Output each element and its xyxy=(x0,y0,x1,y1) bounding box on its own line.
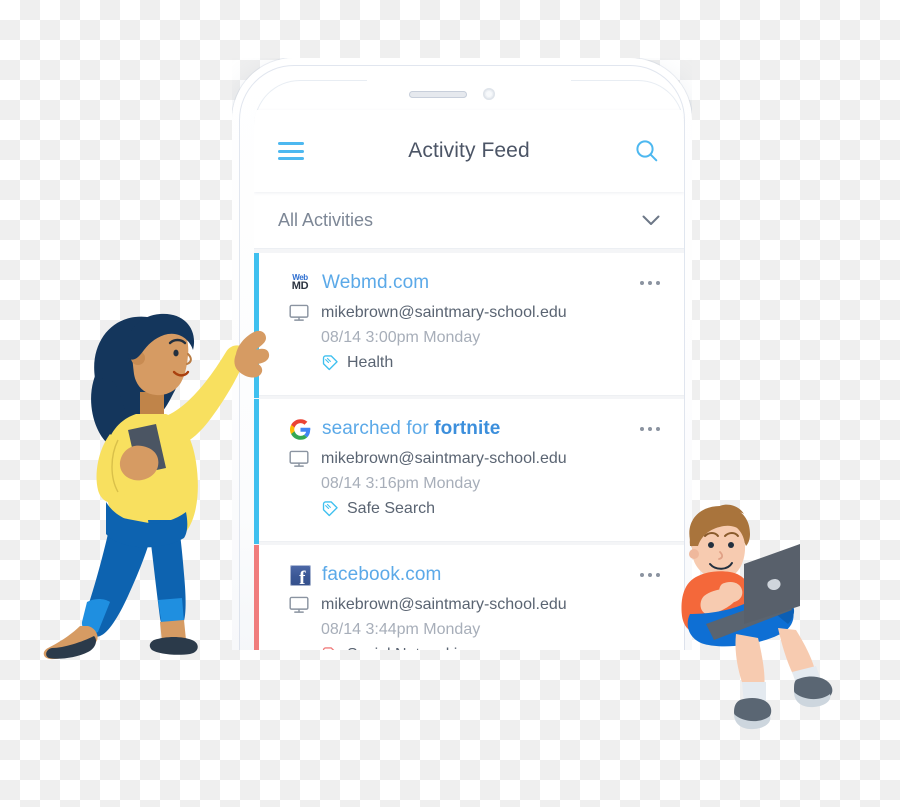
page-title: Activity Feed xyxy=(408,139,530,162)
activity-search-term: fortnite xyxy=(434,418,501,439)
activity-card[interactable]: searched for fortnite mikebrown@saintmar… xyxy=(254,399,684,544)
facebook-logo-icon xyxy=(288,563,312,588)
activity-tag: Social Networking xyxy=(347,646,475,650)
activity-card[interactable]: Web MD Webmd.com mikebrown@saintmary-sch… xyxy=(254,253,684,398)
activity-filter-label: All Activities xyxy=(278,209,374,230)
card-timestamp-row: 08/14 3:16pm Monday xyxy=(288,475,662,493)
activity-feed-list[interactable]: Web MD Webmd.com mikebrown@saintmary-sch… xyxy=(254,249,684,650)
card-account-row: mikebrown@saintmary-school.edu xyxy=(288,304,662,322)
phone-screen: Activity Feed All Activities Web MD Webm… xyxy=(254,80,684,650)
activity-timestamp: 08/14 3:00pm Monday xyxy=(321,329,481,346)
card-timestamp-row: 08/14 3:00pm Monday xyxy=(288,329,662,347)
more-options-icon[interactable] xyxy=(638,567,662,583)
monitor-icon xyxy=(288,304,310,322)
monitor-icon xyxy=(288,450,310,468)
chevron-down-icon[interactable] xyxy=(642,215,660,226)
phone-notch xyxy=(367,80,571,110)
activity-card[interactable]: facebook.com xyxy=(254,545,684,650)
boy-eye-right xyxy=(728,542,734,548)
activity-timestamp: 08/14 3:16pm Monday xyxy=(321,475,481,492)
card-header: searched for fortnite xyxy=(288,417,662,441)
phone-mockup: Activity Feed All Activities Web MD Webm… xyxy=(232,58,692,650)
tag-icon xyxy=(322,501,338,517)
account-email: mikebrown@saintmary-school.edu xyxy=(321,450,567,467)
phone-body: Activity Feed All Activities Web MD Webm… xyxy=(232,58,692,650)
activity-title[interactable]: facebook.com xyxy=(322,564,638,586)
card-header: facebook.com xyxy=(288,563,662,588)
activity-filter-dropdown[interactable]: All Activities xyxy=(254,192,684,249)
monitor-icon xyxy=(288,596,310,614)
app-bar: Activity Feed xyxy=(254,110,684,192)
activity-timestamp: 08/14 3:44pm Monday xyxy=(321,621,481,638)
card-account-row: mikebrown@saintmary-school.edu xyxy=(288,450,662,468)
search-icon[interactable] xyxy=(634,138,660,164)
activity-tag: Safe Search xyxy=(347,500,436,517)
account-email: mikebrown@saintmary-school.edu xyxy=(321,304,567,321)
front-camera-icon xyxy=(483,88,495,100)
activity-title[interactable]: searched for fortnite xyxy=(322,418,638,440)
activity-title[interactable]: Webmd.com xyxy=(322,272,638,294)
hamburger-menu-icon[interactable] xyxy=(278,142,304,160)
tag-icon xyxy=(322,647,335,650)
woman-pointing-hand xyxy=(234,330,270,378)
google-logo-icon xyxy=(288,417,312,441)
boy-with-laptop-illustration xyxy=(681,504,833,730)
phone-bezel: Activity Feed All Activities Web MD Webm… xyxy=(239,65,685,650)
card-header: Web MD Webmd.com xyxy=(288,271,662,295)
woman-eye xyxy=(173,349,179,357)
webmd-logo-icon: Web MD xyxy=(288,271,312,295)
card-tag-row: Social Networking xyxy=(288,646,662,650)
card-timestamp-row: 08/14 3:44pm Monday xyxy=(288,621,662,639)
card-tag-row: Safe Search xyxy=(288,500,662,518)
activity-title-prefix: searched for xyxy=(322,418,435,439)
app-container: Activity Feed All Activities Web MD Webm… xyxy=(254,110,684,650)
card-account-row: mikebrown@saintmary-school.edu xyxy=(288,596,662,614)
woman-shoe-right xyxy=(149,637,198,655)
account-email: mikebrown@saintmary-school.edu xyxy=(321,596,567,613)
earpiece-speaker-icon xyxy=(409,91,467,98)
webmd-logo-bottom-text: MD xyxy=(291,280,309,292)
activity-tag: Health xyxy=(347,354,394,371)
more-options-icon[interactable] xyxy=(638,275,662,291)
boy-ear xyxy=(689,549,699,559)
boy-eye-left xyxy=(708,542,714,548)
more-options-icon[interactable] xyxy=(638,421,662,437)
woman-pointing-illustration xyxy=(43,313,270,660)
scene: Activity Feed All Activities Web MD Webm… xyxy=(0,0,900,807)
tag-icon xyxy=(322,355,338,371)
card-tag-row: Health xyxy=(288,354,662,372)
